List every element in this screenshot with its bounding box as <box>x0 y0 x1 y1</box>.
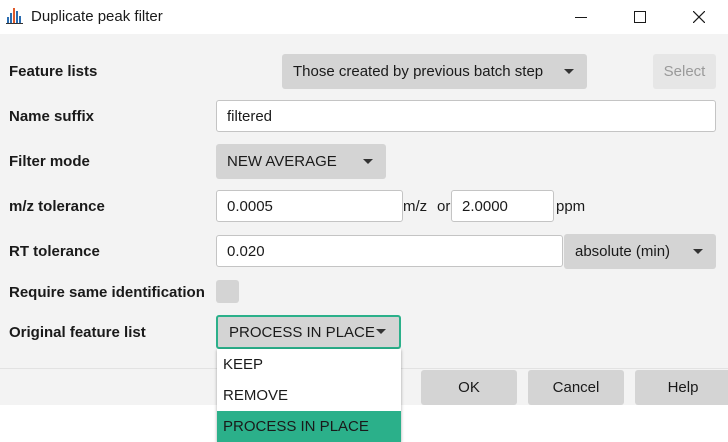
maximize-button[interactable] <box>617 0 663 34</box>
name-suffix-value: filtered <box>227 107 273 125</box>
cancel-button[interactable]: Cancel <box>528 370 624 405</box>
chevron-down-icon <box>363 158 373 164</box>
chart-app-icon <box>6 8 23 24</box>
filter-mode-label: Filter mode <box>9 153 90 170</box>
original-feature-list-value: PROCESS IN PLACE <box>229 323 375 341</box>
dropdown-option-remove[interactable]: REMOVE <box>217 380 401 411</box>
original-feature-list-label: Original feature list <box>9 324 146 341</box>
mz-tolerance-value: 0.0005 <box>227 197 273 215</box>
require-same-id-label: Require same identification <box>9 284 205 301</box>
require-same-id-checkbox[interactable] <box>216 280 239 303</box>
chevron-down-icon <box>564 68 574 74</box>
rt-tolerance-value: 0.020 <box>227 242 265 260</box>
dropdown-option-process-in-place[interactable]: PROCESS IN PLACE <box>217 411 401 442</box>
filter-mode-select[interactable]: NEW AVERAGE <box>216 144 386 179</box>
window-title: Duplicate peak filter <box>31 8 163 25</box>
help-button[interactable]: Help <box>635 370 728 405</box>
ppm-unit-label: ppm <box>556 198 586 215</box>
mz-tolerance-label: m/z tolerance <box>9 198 105 215</box>
minimize-icon <box>575 17 587 18</box>
rt-tolerance-label: RT tolerance <box>9 243 100 260</box>
chevron-down-icon <box>376 329 386 334</box>
dialog-window: Duplicate peak filter Feature lists Thos… <box>0 0 728 405</box>
feature-lists-value: Those created by previous batch step <box>293 63 544 80</box>
original-feature-list-select[interactable]: PROCESS IN PLACE <box>216 315 401 349</box>
filter-mode-value: NEW AVERAGE <box>227 153 337 170</box>
mz-unit-label: m/z <box>403 198 428 215</box>
dropdown-option-keep[interactable]: KEEP <box>217 349 401 380</box>
original-feature-list-dropdown: KEEP REMOVE PROCESS IN PLACE <box>217 349 401 442</box>
feature-lists-select[interactable]: Those created by previous batch step <box>282 54 587 89</box>
chevron-down-icon <box>693 248 703 254</box>
close-button[interactable] <box>676 0 722 34</box>
minimize-button[interactable] <box>558 0 604 34</box>
rt-unit-value: absolute (min) <box>575 243 671 260</box>
maximize-icon <box>634 11 646 23</box>
dialog-content: Feature lists Those created by previous … <box>0 34 728 370</box>
close-icon <box>693 11 705 23</box>
or-label: or <box>437 198 451 215</box>
rt-tolerance-input[interactable]: 0.020 <box>216 235 563 267</box>
ppm-tolerance-input[interactable]: 2.0000 <box>451 190 554 222</box>
ok-button[interactable]: OK <box>421 370 517 405</box>
name-suffix-input[interactable]: filtered <box>216 100 716 132</box>
mz-tolerance-input[interactable]: 0.0005 <box>216 190 403 222</box>
feature-lists-label: Feature lists <box>9 63 98 80</box>
name-suffix-label: Name suffix <box>9 108 95 125</box>
select-button[interactable]: Select <box>653 54 716 89</box>
title-bar: Duplicate peak filter <box>0 0 728 34</box>
rt-unit-select[interactable]: absolute (min) <box>564 234 716 269</box>
ppm-tolerance-value: 2.0000 <box>462 197 508 215</box>
